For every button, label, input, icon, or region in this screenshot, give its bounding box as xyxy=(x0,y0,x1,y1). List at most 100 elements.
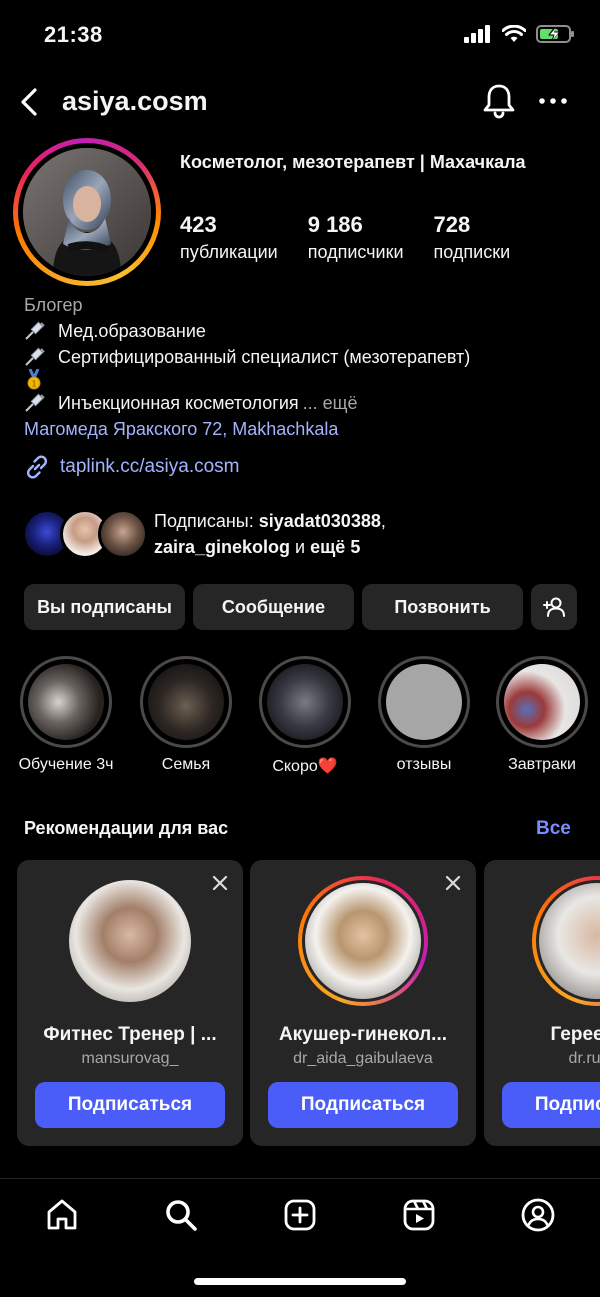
avatar xyxy=(305,883,421,999)
follow-button[interactable]: Подписаться xyxy=(268,1082,458,1128)
close-icon xyxy=(212,875,228,891)
profile-bio: Блогер Мед.образование Сертифицированный… xyxy=(24,292,584,442)
highlight-label: Семья xyxy=(161,756,211,773)
tab-search[interactable] xyxy=(159,1193,203,1237)
profile-actions: Вы подписаны Сообщение Позвонить xyxy=(24,584,577,630)
home-icon xyxy=(47,1199,77,1230)
dismiss-button[interactable] xyxy=(211,874,229,897)
battery-charging-icon xyxy=(536,25,574,43)
status-time: 21:38 xyxy=(44,22,103,47)
status-bar: 21:38 xyxy=(0,0,600,70)
followed-by-avatars xyxy=(22,509,148,559)
tab-home[interactable] xyxy=(40,1193,84,1237)
tab-reels[interactable] xyxy=(397,1193,441,1237)
highlight-label: Завтраки xyxy=(508,756,576,773)
avatar xyxy=(69,880,191,1002)
highlight-item[interactable]: Завтраки xyxy=(492,656,592,774)
highlight-label: Скоро❤️ xyxy=(272,758,338,775)
stat-followers-label: подписчики xyxy=(307,242,404,262)
following-button[interactable]: Вы подписаны xyxy=(24,584,185,630)
website-link-text: taplink.cc/asiya.cosm xyxy=(60,456,240,477)
see-all-link[interactable]: Все xyxy=(536,818,571,840)
profile-username: asiya.cosm xyxy=(62,86,208,116)
recommendation-card[interactable]: Акушер-гинекол... dr_aida_gaibulaeva Под… xyxy=(250,860,476,1146)
more-horizontal-icon xyxy=(539,98,567,104)
signal-icon xyxy=(464,25,490,43)
bell-icon xyxy=(483,84,515,119)
recommendation-name: Фитнес Тренер | ... xyxy=(43,1024,217,1045)
stat-followers[interactable]: 9 186 подписчики xyxy=(308,212,404,266)
recommendations-title: Рекомендации для вас xyxy=(24,818,229,838)
medal-icon: 1 xyxy=(24,369,48,390)
highlight-item[interactable]: Скоро❤️ xyxy=(255,656,355,776)
profile-title: Косметолог, мезотерапевт | Махачкала xyxy=(180,152,526,172)
stat-following-label: подписки xyxy=(433,242,511,262)
avatar xyxy=(98,509,148,559)
bio-line: Инъекционная косметология ... ещё xyxy=(24,390,584,416)
highlight-cover xyxy=(267,664,343,740)
stat-following-value: 728 xyxy=(433,212,471,237)
search-icon xyxy=(166,1200,197,1231)
notifications-button[interactable] xyxy=(482,82,516,125)
profile-icon xyxy=(521,1198,555,1232)
syringe-icon xyxy=(24,347,48,367)
syringe-icon xyxy=(24,321,48,341)
stat-following[interactable]: 728 подписки xyxy=(434,212,511,266)
profile-category: Блогер xyxy=(24,295,83,315)
svg-text:1: 1 xyxy=(31,380,36,389)
status-icons xyxy=(464,24,576,44)
follow-button[interactable]: Подписаться xyxy=(35,1082,225,1128)
followed-by[interactable]: Подписаны: siyadat030388, zaira_ginekolo… xyxy=(22,508,386,560)
link-icon xyxy=(26,455,48,479)
highlight-cover xyxy=(386,664,462,740)
create-icon xyxy=(284,1199,316,1231)
recommendation-card[interactable]: Фитнес Тренер | ... mansurovag_ Подписат… xyxy=(17,860,243,1146)
recommendation-card[interactable]: Гереева Р dr.rumiy Подписаться xyxy=(484,860,600,1146)
highlight-label: Обучение 3ч xyxy=(18,756,114,773)
profile-avatar xyxy=(23,148,151,276)
recommendation-name: Акушер-гинекол... xyxy=(278,1024,448,1045)
website-link[interactable]: taplink.cc/asiya.cosm xyxy=(24,454,240,480)
bio-line: Мед.образование xyxy=(24,318,584,344)
recommendations-carousel[interactable]: Фитнес Тренер | ... mansurovag_ Подписат… xyxy=(17,860,600,1146)
wifi-icon xyxy=(502,25,526,42)
dismiss-button[interactable] xyxy=(444,874,462,897)
syringe-icon xyxy=(24,393,48,413)
profile-avatar-story-ring[interactable] xyxy=(13,138,161,286)
stat-posts[interactable]: 423 публикации xyxy=(180,212,278,266)
recommendation-username: dr_aida_gaibulaeva xyxy=(293,1050,433,1067)
bio-more-link[interactable]: ... ещё xyxy=(303,390,358,416)
tab-create[interactable] xyxy=(278,1193,322,1237)
highlight-cover xyxy=(28,664,104,740)
avatar xyxy=(539,883,600,999)
follow-button[interactable]: Подписаться xyxy=(502,1082,600,1128)
highlight-item[interactable]: Семья xyxy=(136,656,236,774)
chevron-left-icon xyxy=(21,88,37,116)
more-options-button[interactable] xyxy=(538,82,568,125)
back-button[interactable] xyxy=(14,84,44,120)
message-button[interactable]: Сообщение xyxy=(193,584,354,630)
recommendation-username: dr.rumiy xyxy=(568,1050,600,1067)
highlight-item[interactable]: отзывы xyxy=(374,656,474,774)
bio-line: Сертифицированный специалист (мезотерапе… xyxy=(24,344,584,370)
stat-posts-value: 423 xyxy=(180,212,217,237)
address-link[interactable]: Магомеда Яракского 72, Makhachkala xyxy=(24,416,584,442)
call-button[interactable]: Позвонить xyxy=(362,584,523,630)
home-indicator xyxy=(194,1278,406,1285)
add-user-icon xyxy=(543,597,565,617)
close-icon xyxy=(445,875,461,891)
highlight-cover xyxy=(148,664,224,740)
recommendation-username: mansurovag_ xyxy=(81,1050,179,1067)
bio-line: 1 xyxy=(24,369,584,390)
stat-followers-value: 9 186 xyxy=(307,212,363,237)
profile-header: asiya.cosm xyxy=(0,78,600,126)
recommendation-name: Гереева Р xyxy=(550,1024,600,1045)
profile-stats: 423 публикации 9 186 подписчики 728 подп… xyxy=(180,212,540,266)
story-highlights: Обучение 3ч Семья Скоро❤️ отзывы Завтрак… xyxy=(0,656,600,780)
tab-profile[interactable] xyxy=(516,1193,560,1237)
highlight-label: отзывы xyxy=(396,756,452,773)
followed-by-text: Подписаны: siyadat030388, zaira_ginekolo… xyxy=(154,511,386,557)
highlight-item[interactable]: Обучение 3ч xyxy=(16,656,116,774)
suggested-users-button[interactable] xyxy=(531,584,577,630)
highlight-cover xyxy=(504,664,580,740)
